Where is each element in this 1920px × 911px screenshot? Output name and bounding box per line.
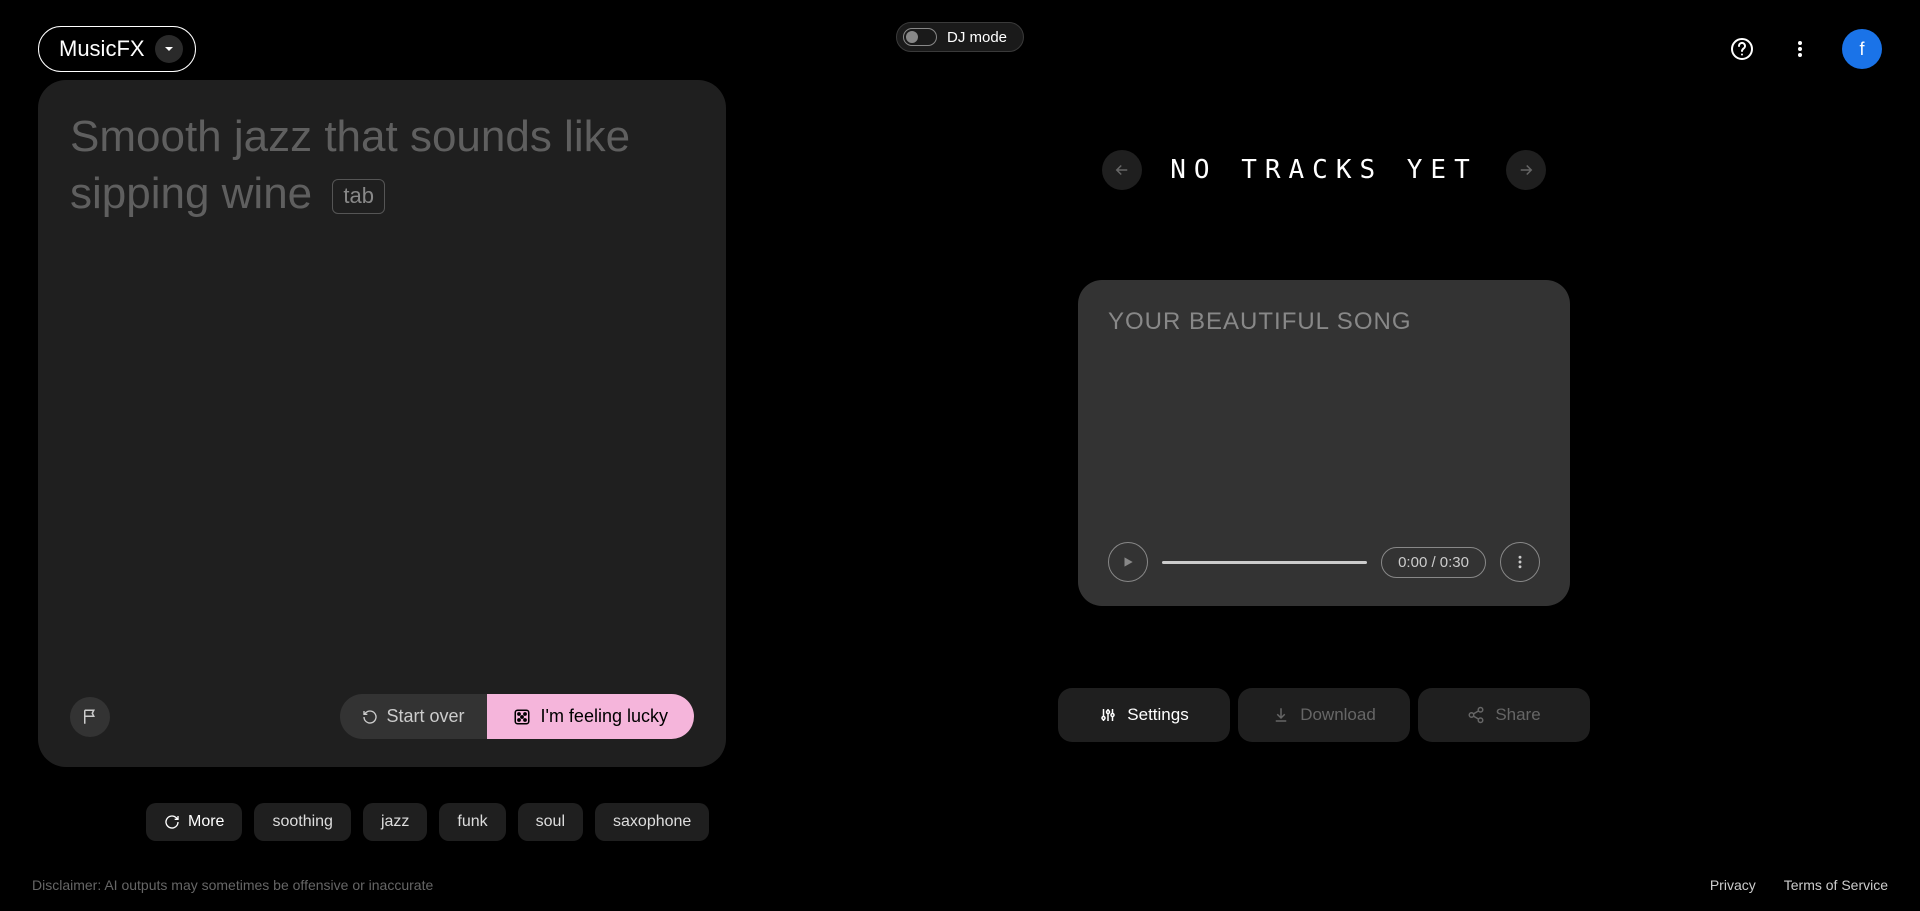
track-more-button[interactable] <box>1500 542 1540 582</box>
chip-item[interactable]: jazz <box>363 803 427 841</box>
dj-mode-label: DJ mode <box>947 29 1007 46</box>
more-button[interactable] <box>1784 33 1816 65</box>
disclaimer-text: Disclaimer: AI outputs may sometimes be … <box>32 877 433 893</box>
dice-icon <box>513 708 531 726</box>
track-card: YOUR BEAUTIFUL SONG 0:00 / 0:30 <box>1078 280 1570 606</box>
flag-icon <box>81 708 99 726</box>
tracks-title: NO TRACKS YET <box>1170 155 1478 185</box>
arrow-left-icon <box>1113 161 1131 179</box>
app-name: MusicFX <box>59 36 145 62</box>
help-icon <box>1730 37 1754 61</box>
chip-item[interactable]: saxophone <box>595 803 709 841</box>
dj-mode-toggle[interactable]: DJ mode <box>896 22 1024 52</box>
chevron-down-icon <box>155 35 183 63</box>
chip-item[interactable]: soothing <box>254 803 351 841</box>
terms-link[interactable]: Terms of Service <box>1784 877 1888 893</box>
feeling-lucky-button[interactable]: I'm feeling lucky <box>487 694 695 739</box>
refresh-icon <box>362 709 378 725</box>
toggle-track <box>903 28 937 46</box>
avatar[interactable]: f <box>1842 29 1882 69</box>
chip-item[interactable]: soul <box>518 803 583 841</box>
toggle-knob <box>906 31 918 43</box>
download-icon <box>1272 706 1290 724</box>
start-over-button[interactable]: Start over <box>340 694 486 739</box>
prompt-box[interactable]: Smooth jazz that sounds like sipping win… <box>38 80 726 767</box>
flag-button[interactable] <box>70 697 110 737</box>
arrow-right-icon <box>1517 161 1535 179</box>
chip-item[interactable]: funk <box>439 803 505 841</box>
prompt-placeholder: Smooth jazz that sounds like sipping win… <box>70 108 694 222</box>
avatar-letter: f <box>1859 39 1864 60</box>
more-vert-icon <box>1790 39 1810 59</box>
progress-bar[interactable] <box>1162 561 1367 564</box>
track-card-title: YOUR BEAUTIFUL SONG <box>1108 308 1540 336</box>
play-button[interactable] <box>1108 542 1148 582</box>
share-button[interactable]: Share <box>1418 688 1590 742</box>
app-switcher[interactable]: MusicFX <box>38 26 196 72</box>
suggestion-chips: More soothing jazz funk soul saxophone <box>38 803 726 841</box>
refresh-icon <box>164 814 180 830</box>
time-display: 0:00 / 0:30 <box>1381 547 1486 578</box>
prev-track-button[interactable] <box>1102 150 1142 190</box>
sliders-icon <box>1099 706 1117 724</box>
next-track-button[interactable] <box>1506 150 1546 190</box>
tab-hint-badge: tab <box>332 179 385 214</box>
download-button[interactable]: Download <box>1238 688 1410 742</box>
help-button[interactable] <box>1726 33 1758 65</box>
more-vert-icon <box>1512 554 1528 570</box>
settings-button[interactable]: Settings <box>1058 688 1230 742</box>
play-icon <box>1121 555 1135 569</box>
share-icon <box>1467 706 1485 724</box>
privacy-link[interactable]: Privacy <box>1710 877 1756 893</box>
more-chip[interactable]: More <box>146 803 242 841</box>
